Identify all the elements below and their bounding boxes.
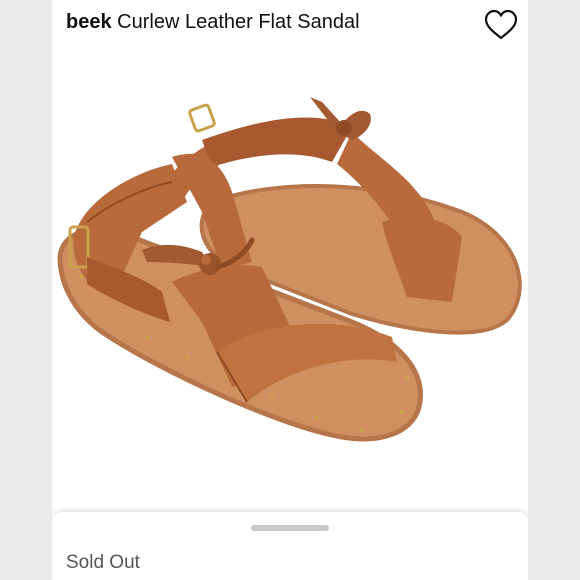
back-sandal-strap [202,117,352,167]
listing-title: beek Curlew Leather Flat Sandal [66,11,360,34]
listing-screen: beek Curlew Leather Flat Sandal Sold Out [52,0,528,580]
status-text: Sold Out [66,552,140,573]
bottom-sheet[interactable]: Sold Out [52,512,528,580]
product-photo[interactable] [52,52,528,502]
listing-header: beek Curlew Leather Flat Sandal [52,0,528,52]
brand-name[interactable]: beek [66,11,112,33]
heart-outline-icon[interactable] [484,9,518,41]
sheet-drag-handle[interactable] [251,525,329,531]
product-name: Curlew Leather Flat Sandal [117,11,360,33]
